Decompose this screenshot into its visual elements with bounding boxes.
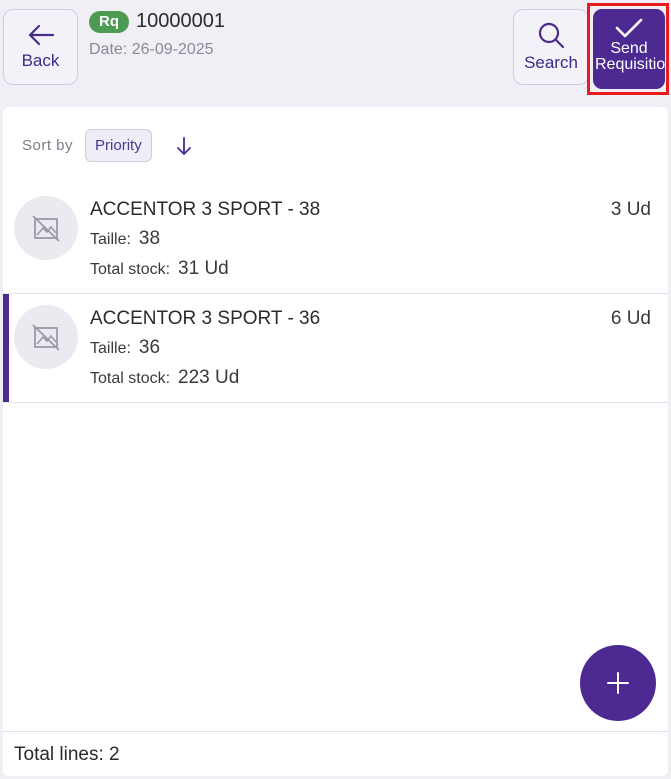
no-image-icon: [32, 324, 60, 351]
check-icon: [615, 18, 643, 38]
item-quantity: 3 Ud: [610, 199, 651, 220]
item-stock-label: Total stock:: [90, 370, 171, 387]
back-label: Back: [21, 51, 60, 70]
no-image-icon: [32, 215, 60, 242]
search-icon: [538, 22, 565, 49]
send-requisition-button[interactable]: Send Requisition: [593, 9, 665, 89]
search-label: Search: [524, 53, 578, 72]
document-date: Date: 26-09-2025: [89, 41, 214, 58]
top-bar: Back Rq 10000001 Date: 26-09-2025 Search…: [0, 0, 671, 100]
send-requisition-label: Send Requisition: [595, 40, 665, 73]
plus-icon: [607, 672, 629, 694]
item-size: Taille: 38: [90, 228, 160, 250]
back-button[interactable]: Back: [3, 9, 78, 85]
total-lines: Total lines: 2: [3, 731, 668, 776]
item-stock-value: 223 Ud: [178, 367, 240, 388]
sort-field-button[interactable]: Priority: [85, 129, 152, 162]
item-list: ACCENTOR 3 SPORT - 38 3 Ud Taille: 38 Tot…: [3, 185, 668, 403]
arrow-left-icon: [28, 24, 54, 46]
item-size: Taille: 36: [90, 337, 160, 359]
item-stock: Total stock: 31 Ud: [90, 258, 229, 280]
document-info: Rq 10000001 Date: 26-09-2025: [89, 10, 225, 59]
item-stock-label: Total stock:: [90, 261, 171, 278]
arrow-down-icon: [176, 136, 191, 155]
document-number: 10000001: [136, 10, 225, 32]
item-quantity: 6 Ud: [610, 308, 651, 329]
item-size-label: Taille:: [90, 340, 131, 357]
item-thumbnail: [14, 305, 78, 369]
item-size-label: Taille:: [90, 231, 131, 248]
item-stock-value: 31 Ud: [178, 258, 229, 279]
item-thumbnail: [14, 196, 78, 260]
requisition-lines-panel: Sort by Priority ACCENTOR 3 SPORT - 38 3…: [3, 107, 668, 776]
item-size-value: 38: [138, 228, 161, 249]
requisition-badge: Rq: [89, 10, 129, 33]
add-line-button[interactable]: [580, 645, 656, 721]
send-requisition-highlight: Send Requisition: [587, 3, 669, 95]
item-size-value: 36: [138, 337, 161, 358]
list-item[interactable]: ACCENTOR 3 SPORT - 38 3 Ud Taille: 38 Tot…: [3, 185, 668, 294]
item-name: ACCENTOR 3 SPORT - 38: [90, 199, 321, 220]
item-name: ACCENTOR 3 SPORT - 36: [90, 308, 321, 329]
list-item[interactable]: ACCENTOR 3 SPORT - 36 6 Ud Taille: 36 Tot…: [3, 294, 668, 403]
item-stock: Total stock: 223 Ud: [90, 367, 239, 389]
sort-bar: Sort by Priority: [22, 129, 192, 162]
search-button[interactable]: Search: [513, 9, 589, 85]
sort-direction-button[interactable]: [176, 136, 192, 156]
sort-label: Sort by: [22, 137, 74, 154]
